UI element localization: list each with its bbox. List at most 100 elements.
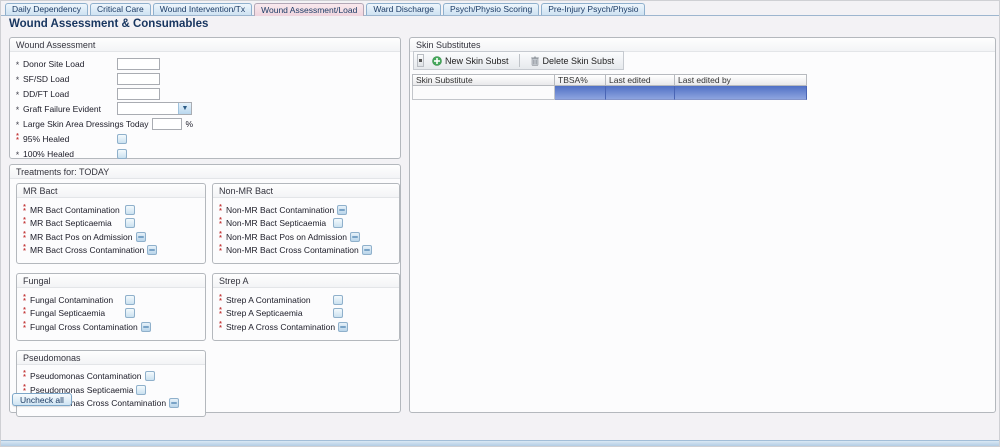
tab-pre-injury-psych-physio[interactable]: Pre-Injury Psych/Physio: [541, 3, 645, 15]
required-icon: **: [21, 296, 28, 304]
treatment-checkbox[interactable]: [333, 295, 343, 305]
treatment-checkbox[interactable]: [333, 308, 343, 318]
required-icon: **: [21, 372, 28, 380]
treatment-item-label-text: Fungal Cross Contamination: [30, 322, 138, 332]
field-dropdown[interactable]: ▼: [117, 102, 192, 115]
treatment-checkbox[interactable]: [141, 322, 151, 332]
treatment-checkbox[interactable]: [125, 205, 135, 215]
treatment-item: **Fungal Septicaemia: [21, 307, 201, 321]
required-icon: **: [217, 246, 224, 254]
treatment-item-label: **Strep A Contamination: [217, 295, 333, 305]
field-label: *SF/SD Load: [14, 74, 117, 84]
asterisk-icon: *: [14, 119, 21, 128]
tab-psych-physio-scoring[interactable]: Psych/Physio Scoring: [443, 3, 539, 15]
treatment-group-title: Non-MR Bact: [213, 184, 399, 198]
treatment-item: **Non-MR Bact Pos on Admission: [217, 230, 395, 244]
treatment-checkbox[interactable]: [333, 218, 343, 228]
column-header[interactable]: Last edited by: [675, 74, 807, 86]
tab-wound-intervention-tx[interactable]: Wound Intervention/Tx: [153, 3, 252, 15]
column-header[interactable]: Last edited: [606, 74, 675, 86]
treatment-item: **Strep A Contamination: [217, 293, 395, 307]
percent-suffix: %: [186, 119, 194, 129]
bottom-status-strip: [1, 440, 999, 446]
treatment-checkbox[interactable]: [338, 322, 348, 332]
treatment-item-label-text: Non-MR Bact Pos on Admission: [226, 232, 347, 242]
tab-ward-discharge[interactable]: Ward Discharge: [366, 3, 441, 15]
field-label-text: SF/SD Load: [23, 74, 69, 84]
treatment-checkbox[interactable]: [125, 308, 135, 318]
treatment-item-label: **Non-MR Bact Contamination: [217, 205, 337, 215]
asterisk-icon: *: [14, 149, 21, 158]
required-icon: **: [217, 219, 224, 227]
field-checkbox[interactable]: [117, 134, 127, 144]
table-cell[interactable]: [412, 86, 555, 100]
new-skin-subst-label: New Skin Subst: [445, 56, 509, 66]
skin-substitutes-panel-title: Skin Substitutes: [410, 38, 995, 52]
treatment-item-label: **MR Bact Pos on Admission: [21, 232, 136, 242]
delete-skin-subst-button[interactable]: Delete Skin Subst: [524, 53, 621, 68]
column-header[interactable]: Skin Substitute: [412, 74, 555, 86]
chevron-down-icon: ▼: [182, 105, 189, 112]
treatment-checkbox[interactable]: [125, 218, 135, 228]
new-skin-subst-button[interactable]: New Skin Subst: [426, 53, 515, 68]
treatment-checkbox[interactable]: [337, 205, 347, 215]
uncheck-all-button[interactable]: Uncheck all: [12, 393, 72, 406]
asterisk-icon: *: [14, 59, 21, 68]
treatment-item-label: **Non-MR Bact Septicaemia: [217, 218, 333, 228]
tab-daily-dependency[interactable]: Daily Dependency: [5, 3, 88, 15]
treatment-item-label: **Non-MR Bact Cross Contamination: [217, 245, 362, 255]
dropdown-button[interactable]: ▼: [178, 103, 191, 114]
treatment-checkbox[interactable]: [125, 295, 135, 305]
treatment-group-items: **Non-MR Bact Contamination**Non-MR Bact…: [213, 198, 399, 263]
field-input[interactable]: [152, 118, 182, 130]
treatment-group-title: Pseudomonas: [17, 351, 205, 365]
treatment-group-strep-a: Strep A**Strep A Contamination**Strep A …: [212, 273, 400, 341]
required-icon: **: [217, 309, 224, 317]
table-cell[interactable]: [606, 86, 675, 100]
field-row: *Large Skin Area Dressings Today%: [14, 116, 400, 131]
treatment-group-fungal: Fungal**Fungal Contamination**Fungal Sep…: [16, 273, 206, 341]
treatment-item-label-text: Non-MR Bact Cross Contamination: [226, 245, 359, 255]
treatment-checkbox[interactable]: [362, 245, 372, 255]
required-icon: **: [21, 206, 28, 214]
add-icon: [432, 56, 442, 66]
treatment-checkbox[interactable]: [145, 371, 155, 381]
treatment-item-label-text: Pseudomonas Contamination: [30, 371, 142, 381]
treatment-item-label-text: Fungal Contamination: [30, 295, 113, 305]
tab-wound-assessment-load[interactable]: Wound Assessment/Load: [254, 3, 364, 16]
field-row: **95% Healed: [14, 131, 400, 146]
treatment-group-pseudomonas: Pseudomonas**Pseudomonas Contamination**…: [16, 350, 206, 418]
treatment-item-label: **Fungal Septicaemia: [21, 308, 125, 318]
field-input[interactable]: [117, 88, 160, 100]
treatment-checkbox[interactable]: [147, 245, 157, 255]
field-row: *100% Healed: [14, 146, 400, 161]
field-label: *Graft Failure Evident: [14, 104, 117, 114]
tab-bar: Daily DependencyCritical CareWound Inter…: [1, 2, 999, 16]
treatment-item: **Strep A Septicaemia: [217, 307, 395, 321]
field-label: *100% Healed: [14, 149, 117, 159]
table-body: [412, 86, 807, 100]
table-cell[interactable]: [555, 86, 606, 100]
field-input[interactable]: [117, 73, 160, 85]
field-input[interactable]: [117, 58, 160, 70]
treatment-checkbox[interactable]: [350, 232, 360, 242]
treatment-checkbox[interactable]: [136, 385, 146, 395]
required-icon: **: [21, 323, 28, 331]
column-header[interactable]: TBSA%: [555, 74, 606, 86]
table-row[interactable]: [412, 86, 807, 100]
treatment-group-items: **MR Bact Contamination**MR Bact Septica…: [17, 198, 205, 263]
field-checkbox[interactable]: [117, 149, 127, 159]
treatment-item: **MR Bact Pos on Admission: [21, 230, 201, 244]
treatment-item: **MR Bact Contamination: [21, 203, 201, 217]
treatment-checkbox[interactable]: [169, 398, 179, 408]
toolbar-grip[interactable]: [417, 54, 424, 67]
page-title: Wound Assessment & Consumables: [9, 18, 208, 30]
table-cell[interactable]: [675, 86, 807, 100]
treatment-group-items: **Strep A Contamination **Strep A Septica…: [213, 288, 399, 340]
treatment-checkbox[interactable]: [136, 232, 146, 242]
app-window: Daily DependencyCritical CareWound Inter…: [0, 0, 1000, 447]
treatment-item: **Fungal Contamination: [21, 293, 201, 307]
required-icon: **: [21, 233, 28, 241]
treatment-group-title: Strep A: [213, 274, 399, 288]
tab-critical-care[interactable]: Critical Care: [90, 3, 151, 15]
